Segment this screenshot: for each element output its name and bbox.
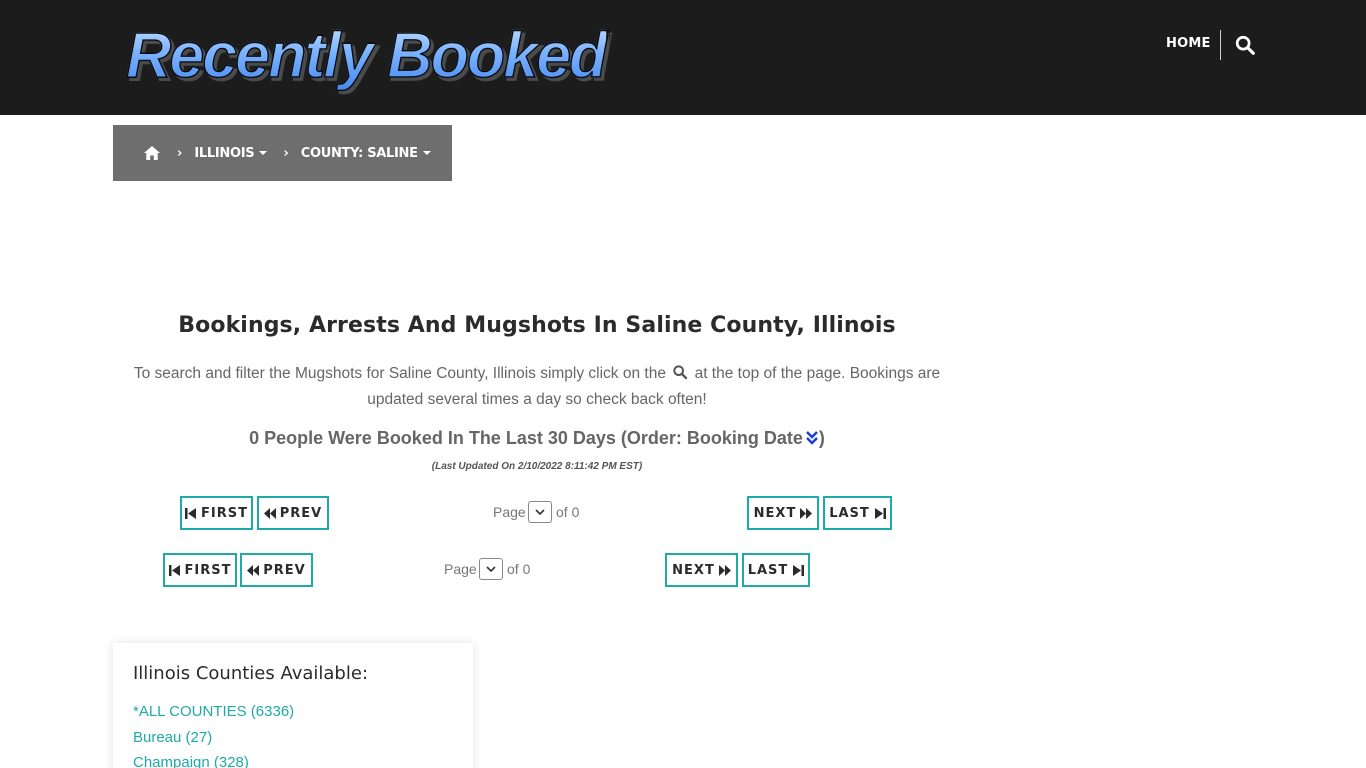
intro-paragraph: To search and filter the Mugshots for Sa… [113, 361, 961, 413]
county-link-champaign[interactable]: Champaign (328) [133, 754, 249, 768]
breadcrumb-county-dropdown[interactable]: COUNTY: SALINE [301, 146, 431, 161]
breadcrumb-state-label: ILLINOIS [194, 145, 255, 161]
county-link-bureau[interactable]: Bureau (27) [133, 729, 212, 746]
page-title: Bookings, Arrests And Mugshots In Saline… [178, 313, 896, 338]
skip-last-icon [874, 507, 886, 519]
logo-text: Recently Booked [125, 14, 608, 96]
skip-first-icon [168, 564, 180, 576]
nav-divider [1220, 30, 1221, 60]
fast-forward-icon [718, 564, 731, 576]
last-label: LAST [829, 505, 870, 521]
skip-first-icon [185, 507, 197, 519]
next-page-button[interactable]: NEXT [747, 496, 819, 530]
chevron-down-icon [486, 565, 496, 572]
first-page-button[interactable]: FIRST [180, 496, 253, 530]
next-label: NEXT [753, 505, 797, 521]
breadcrumb-state-dropdown[interactable]: ILLINOIS [194, 145, 268, 161]
caret-down-icon [422, 151, 431, 155]
county-link-all[interactable]: *ALL COUNTIES (6336) [133, 703, 294, 720]
prev-label: PREV [279, 505, 323, 521]
skip-last-icon [793, 564, 805, 576]
counties-card-title: Illinois Counties Available: [133, 663, 369, 684]
first-page-button[interactable]: FIRST [163, 553, 237, 587]
booking-count: 0 People Were Booked In The Last 30 Days… [113, 428, 961, 449]
breadcrumb-chevron-icon: › [177, 145, 183, 161]
booking-count-text: 0 People Were Booked In The Last 30 Days… [249, 428, 803, 448]
next-label: NEXT [672, 562, 715, 578]
breadcrumb-chevron-icon: › [283, 145, 289, 161]
breadcrumb-county-label: COUNTY: SALINE [300, 145, 418, 161]
last-page-button[interactable]: LAST [742, 553, 810, 587]
prev-label: PREV [263, 562, 306, 578]
fast-forward-icon [800, 507, 813, 519]
caret-down-icon [259, 151, 268, 155]
nav-home-link[interactable]: HOME [1166, 36, 1211, 54]
page-select[interactable] [528, 501, 552, 523]
home-icon[interactable] [143, 145, 161, 161]
last-page-button[interactable]: LAST [823, 496, 892, 530]
last-updated-text: (Last Updated On 2/10/2022 8:11:42 PM ES… [431, 461, 643, 472]
page-select[interactable] [479, 558, 503, 580]
page-of-label: of 0 [556, 504, 580, 520]
search-icon[interactable] [1234, 34, 1256, 56]
page-of-label: of 0 [507, 561, 531, 577]
rewind-icon [263, 507, 276, 519]
next-page-button[interactable]: NEXT [665, 553, 738, 587]
top-header: Recently Booked HOME [0, 0, 1366, 115]
prev-page-button[interactable]: PREV [257, 496, 329, 530]
page-label: Page [493, 504, 526, 520]
chevron-down-icon [535, 508, 545, 515]
intro-text-before: To search and filter the Mugshots for Sa… [133, 365, 666, 382]
sort-order-icon[interactable] [805, 430, 819, 446]
booking-count-close: ) [818, 428, 825, 448]
first-label: FIRST [184, 562, 232, 578]
search-icon [672, 363, 688, 380]
breadcrumb: › ILLINOIS › COUNTY: SALINE [113, 125, 452, 181]
counties-card: Illinois Counties Available: *ALL COUNTI… [113, 643, 473, 768]
last-label: LAST [747, 562, 789, 578]
site-logo[interactable]: Recently Booked [125, 14, 616, 96]
rewind-icon [247, 564, 260, 576]
first-label: FIRST [201, 505, 248, 521]
page-label: Page [444, 561, 477, 577]
prev-page-button[interactable]: PREV [240, 553, 313, 587]
